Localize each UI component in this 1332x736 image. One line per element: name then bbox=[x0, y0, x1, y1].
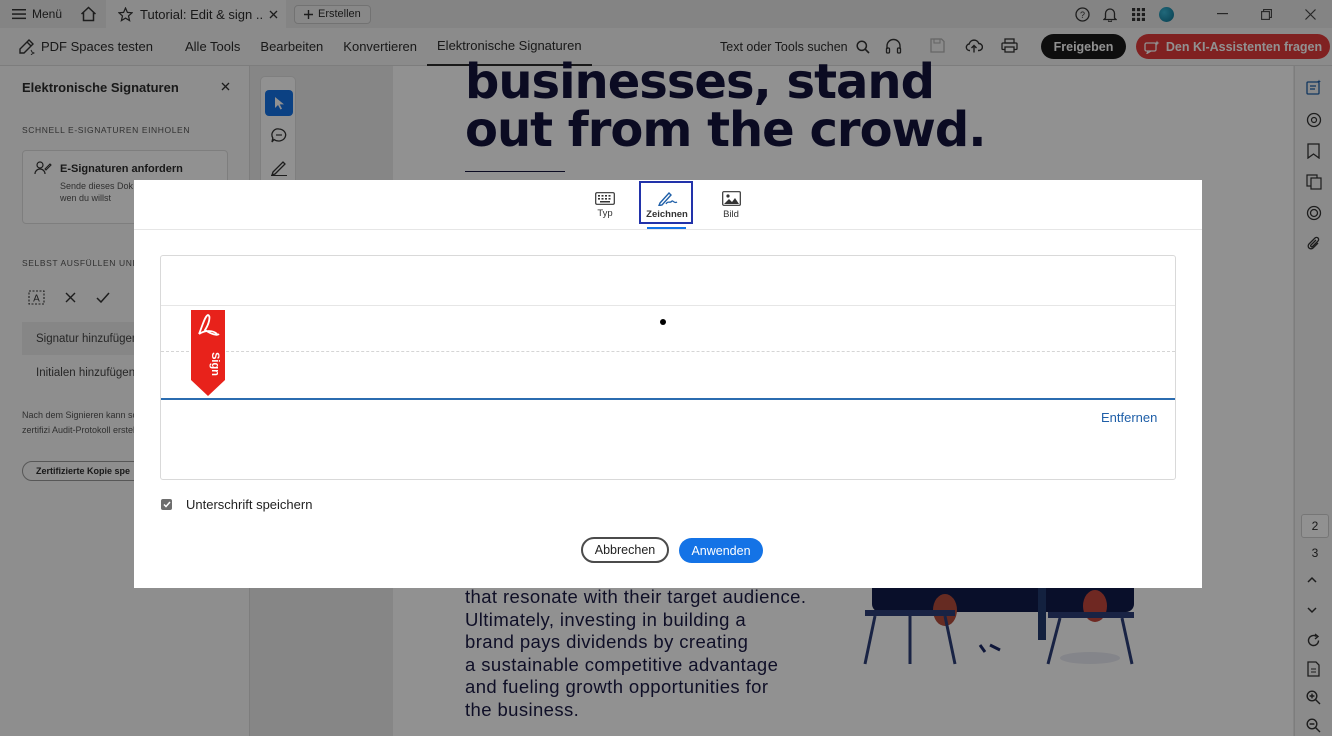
signature-baseline bbox=[161, 398, 1175, 400]
flag-text: Sign bbox=[209, 352, 221, 376]
tab-type[interactable]: Typ bbox=[584, 180, 626, 230]
remove-signature-link[interactable]: Entfernen bbox=[1101, 410, 1157, 425]
signature-method-tabs: Typ Zeichnen Bild bbox=[134, 180, 1202, 230]
tab-image-label: Bild bbox=[723, 208, 739, 220]
guide-dashed-line bbox=[161, 351, 1175, 352]
save-signature-row[interactable]: Unterschrift speichern bbox=[161, 497, 312, 512]
signature-stroke-dot bbox=[660, 319, 666, 325]
signature-drawing-area[interactable]: Sign Entfernen bbox=[160, 255, 1176, 480]
save-signature-label: Unterschrift speichern bbox=[186, 497, 313, 512]
active-tab-indicator bbox=[647, 227, 686, 229]
cancel-button[interactable]: Abbrechen bbox=[581, 537, 669, 563]
guide-line bbox=[161, 305, 1175, 306]
checkmark-icon bbox=[162, 501, 171, 508]
tab-image[interactable]: Bild bbox=[711, 180, 751, 230]
sign-here-flag-icon: Sign bbox=[191, 310, 225, 396]
save-signature-checkbox[interactable] bbox=[161, 499, 172, 510]
apply-button[interactable]: Anwenden bbox=[679, 538, 763, 563]
image-icon bbox=[721, 190, 741, 206]
tab-type-label: Typ bbox=[597, 207, 613, 219]
keyboard-icon bbox=[595, 191, 615, 205]
signature-dialog: Typ Zeichnen Bild Sign Entfernen Untersc… bbox=[134, 180, 1202, 588]
tab-focus-ring bbox=[639, 181, 693, 224]
